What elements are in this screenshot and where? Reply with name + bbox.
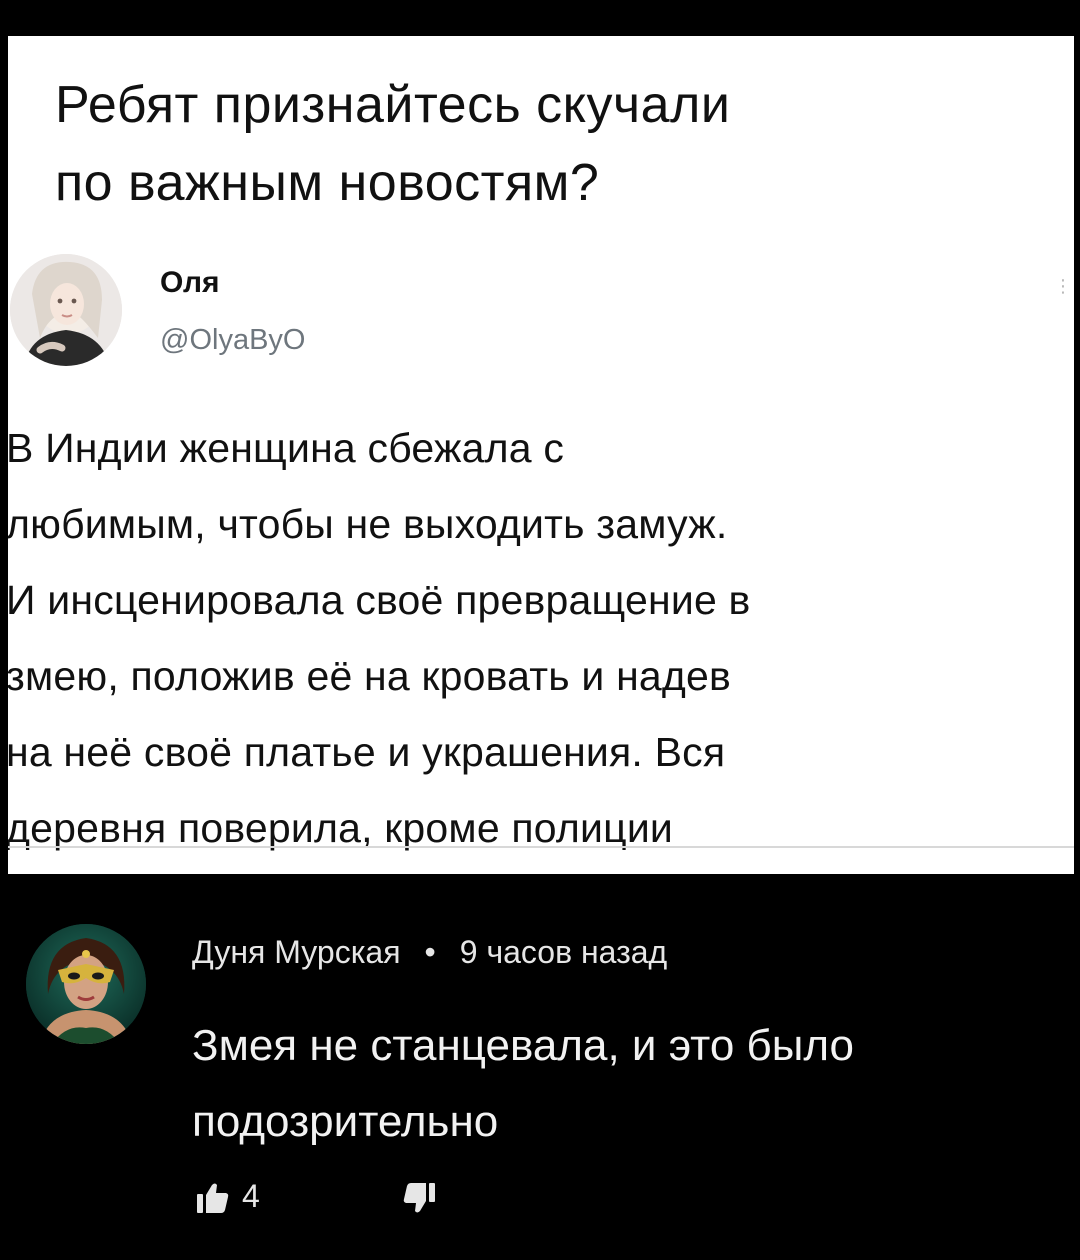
tweet-author-handle: @OlyaByO — [160, 324, 306, 356]
comment-text-line: Змея не станцевала, и это было — [192, 1021, 854, 1070]
tweet-text-line: на неё своё платье и украшения. Вся — [8, 729, 726, 775]
caption-line: по важным новостям? — [55, 154, 600, 212]
tweet-author-name: Оля — [160, 266, 220, 299]
tweet-text-line: деревня поверила, кроме полиции — [8, 805, 674, 851]
like-count: 4 — [242, 1178, 260, 1214]
tweet-text-line: В Индии женщина сбежала с — [8, 425, 565, 471]
meme-image: Ребят признайтесь скучали по важным ново… — [8, 36, 1074, 874]
tweet-text: В Индии женщина сбежала с любимым, чтобы… — [8, 410, 1068, 866]
thumbs-down-icon[interactable] — [402, 1182, 436, 1219]
comment-text-line: подозрительно — [192, 1097, 499, 1146]
comment-actions: 4 — [196, 1178, 496, 1218]
thumbs-up-icon[interactable] — [196, 1182, 230, 1219]
meta-separator: • — [424, 934, 436, 970]
comment-author[interactable]: Дуня Мурская — [192, 934, 401, 970]
tweet-text-line: любимым, чтобы не выходить замуж. — [8, 501, 728, 547]
tweet-avatar — [10, 254, 122, 366]
tweet-text-line: И инсценировала своё превращение в — [8, 577, 751, 623]
comment-text: Змея не станцевала, и это было подозрите… — [192, 1008, 1052, 1160]
meme-caption: Ребят признайтесь скучали по важным ново… — [55, 66, 1035, 222]
caption-line: Ребят признайтесь скучали — [55, 76, 731, 134]
comment: Дуня Мурская • 9 часов назад Змея не станц… — [0, 890, 1080, 1260]
tweet-text-line: змею, положив её на кровать и надев — [8, 653, 732, 699]
comment-time: 9 часов назад — [459, 934, 668, 970]
commenter-avatar[interactable] — [26, 924, 146, 1044]
card-divider — [8, 846, 1074, 848]
more-options-icon: ⋮ — [1054, 276, 1072, 296]
comment-meta: Дуня Мурская • 9 часов назад — [192, 934, 667, 971]
